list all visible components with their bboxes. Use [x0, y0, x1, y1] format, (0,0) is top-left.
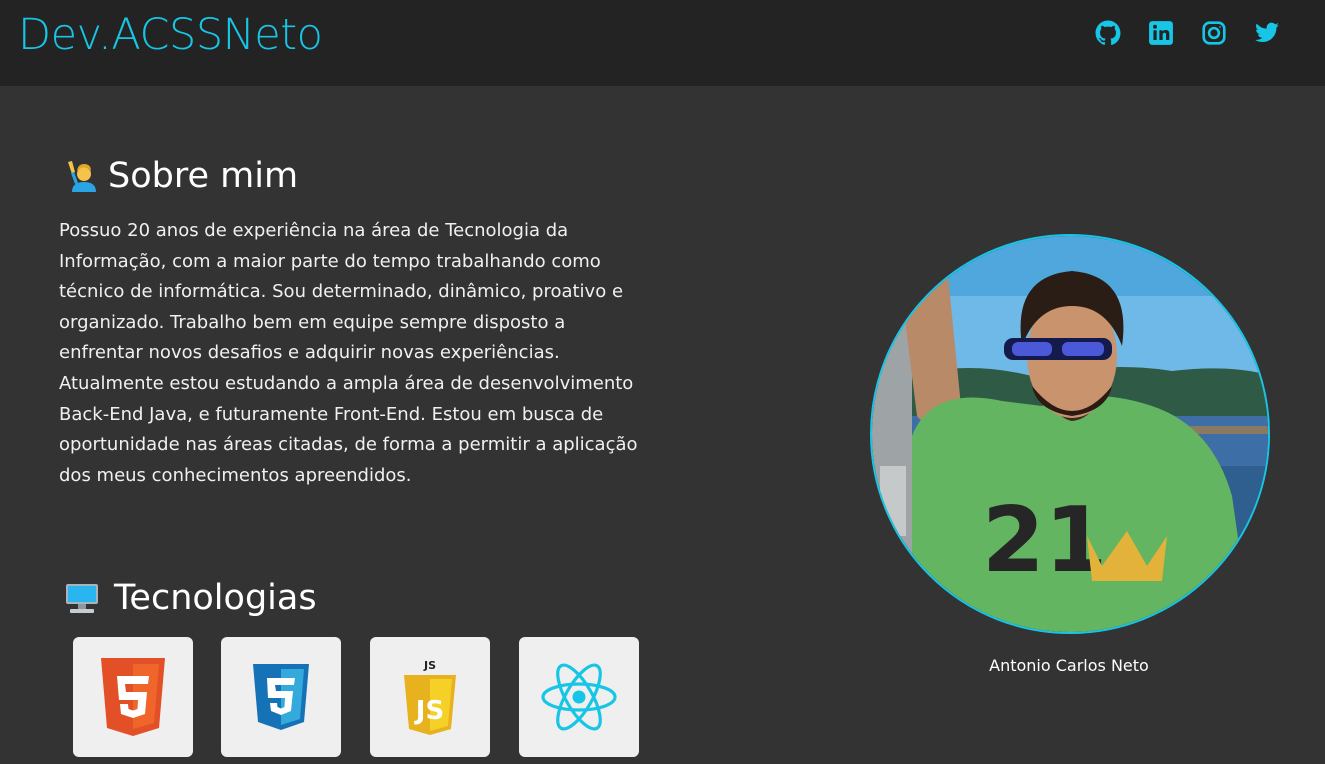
- instagram-link[interactable]: [1201, 20, 1229, 48]
- raising-hand-icon: [64, 158, 100, 194]
- profile-caption: Antonio Carlos Neto: [989, 656, 1149, 675]
- about-line: organizado. Trabalho bem em equipe sempr…: [59, 311, 566, 333]
- about-line: oportunidade nas áreas citadas, de forma…: [59, 434, 638, 456]
- css3-icon: [253, 664, 309, 730]
- about-line: Possuo 20 anos de experiência na área de…: [59, 220, 569, 241]
- javascript-icon: JS JS: [404, 659, 456, 735]
- js-badge-label: JS: [423, 659, 436, 672]
- about-title: Sobre mim: [108, 156, 299, 196]
- react-icon: [541, 663, 617, 731]
- about-line: técnico de informática. Sou determinado,…: [59, 281, 624, 303]
- twitter-icon: [1255, 22, 1279, 42]
- top-navbar: Dev.ACSSNeto: [0, 0, 1325, 86]
- profile-photo: 21: [870, 234, 1270, 634]
- technologies-title: Tecnologias: [114, 578, 317, 618]
- linkedin-icon: [1149, 21, 1173, 45]
- about-line: Back-End Java, e futuramente Front-End. …: [59, 403, 604, 425]
- twitter-link[interactable]: [1254, 20, 1282, 48]
- github-link[interactable]: [1095, 20, 1123, 48]
- desktop-computer-icon: [64, 580, 100, 616]
- about-line: dos meus conhecimentos apreendidos.: [59, 464, 412, 486]
- technologies-heading: Tecnologias: [64, 578, 317, 618]
- about-heading: Sobre mim: [64, 156, 298, 196]
- about-paragraph: Possuo 20 anos de experiência na área de…: [59, 216, 679, 491]
- tech-card-javascript: JS JS: [370, 637, 490, 757]
- about-line: Atualmente estou estudando a ampla área …: [59, 372, 634, 394]
- svg-text:JS: JS: [414, 696, 444, 726]
- tech-card-css3: [221, 637, 341, 757]
- about-line: enfrentar novos desafios e adquirir nova…: [59, 342, 560, 364]
- linkedin-link[interactable]: [1148, 20, 1176, 48]
- tech-card-html5: [73, 637, 193, 757]
- tech-card-react: [519, 637, 639, 757]
- github-icon: [1095, 20, 1121, 46]
- instagram-icon: [1202, 21, 1226, 45]
- brand-logo-link[interactable]: Dev.ACSSNeto: [18, 10, 323, 60]
- html5-icon: [101, 658, 165, 736]
- about-line: Informação, com a maior parte do tempo t…: [59, 250, 601, 272]
